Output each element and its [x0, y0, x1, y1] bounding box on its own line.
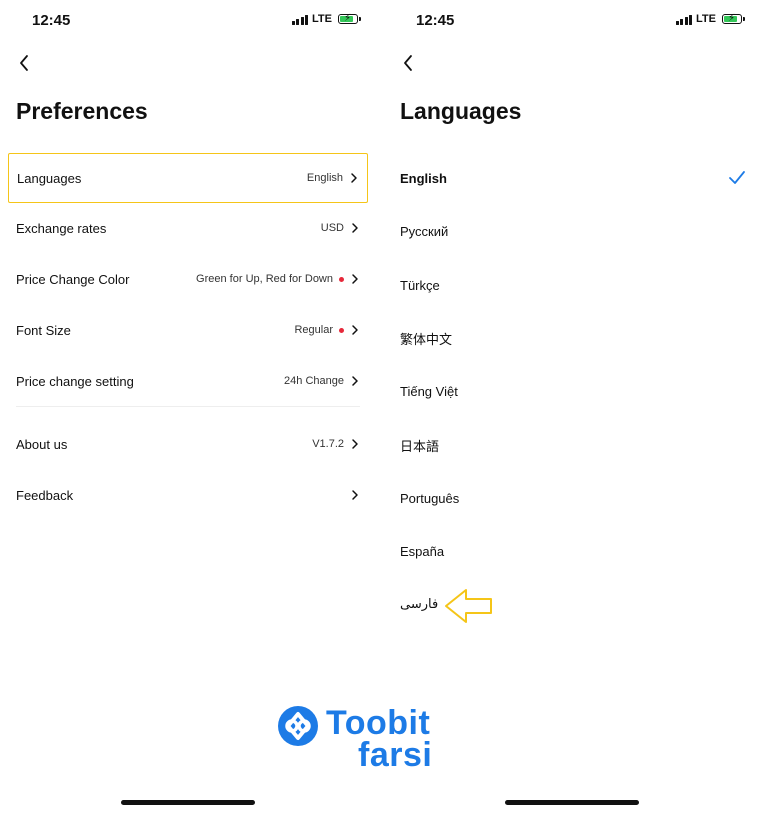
language-label: 繁体中文 [400, 331, 453, 347]
chevron-right-icon [352, 223, 358, 233]
preference-row[interactable]: Languages English [8, 153, 368, 203]
arrow-left-icon [445, 589, 492, 623]
chevron-right-icon [352, 325, 358, 335]
preference-value-group: V1.7.2 [312, 438, 360, 450]
status-time: 12:45 [32, 12, 71, 29]
language-option[interactable]: Русский [400, 211, 746, 251]
preference-label: Font Size [16, 322, 71, 338]
language-option[interactable]: Türkçe [400, 265, 746, 305]
language-option[interactable]: 繁体中文 [400, 318, 746, 358]
language-option[interactable]: España [400, 531, 746, 571]
chevron-right-icon [352, 376, 358, 386]
new-indicator-dot [339, 276, 344, 282]
status-indicators: LTE ⚡ [675, 13, 745, 25]
preference-value-group: Green for Up, Red for Down [196, 273, 360, 285]
preference-row[interactable]: Font Size Regular [8, 305, 368, 355]
chevron-right-icon [351, 173, 357, 183]
preferences-screen: 12:45 LTE ⚡ Preferences Languages English… [0, 0, 380, 813]
language-option[interactable]: Português [400, 478, 746, 518]
network-type: LTE [696, 13, 716, 25]
status-indicators: LTE ⚡ [291, 13, 361, 25]
preference-value-group: Regular [294, 324, 360, 336]
preference-row[interactable]: Exchange rates USD [8, 203, 368, 253]
preference-value: 24h Change [284, 375, 344, 387]
language-label: English [400, 170, 447, 186]
home-indicator[interactable] [505, 800, 639, 805]
signal-icon [675, 14, 693, 25]
page-title: Preferences [16, 98, 148, 124]
language-option[interactable]: 日本語 [400, 425, 746, 465]
language-label: España [400, 543, 445, 559]
page-title: Languages [400, 98, 522, 124]
preference-label: About us [16, 436, 68, 452]
chevron-left-icon [404, 55, 412, 71]
battery-icon: ⚡ [722, 13, 745, 24]
toobit-logo: Toobit farsi [278, 704, 458, 774]
preference-value: Green for Up, Red for Down [196, 273, 333, 285]
language-label: 日本語 [400, 438, 440, 454]
preference-value-group [344, 489, 360, 501]
preference-row[interactable]: Price change setting 24h Change [8, 356, 368, 406]
logo-subword: farsi [358, 736, 433, 774]
chevron-left-icon [20, 55, 28, 71]
languages-screen: 12:45 LTE ⚡ Languages English Русский Türk… [384, 0, 760, 813]
preference-value-group: English [307, 172, 359, 184]
preference-row[interactable]: About us V1.7.2 [8, 419, 368, 469]
preference-label: Feedback [16, 487, 74, 503]
signal-icon [291, 14, 309, 25]
network-type: LTE [312, 13, 332, 25]
preference-label: Price Change Color [16, 271, 130, 287]
preference-label: Price change setting [16, 373, 134, 389]
preference-label: Exchange rates [16, 220, 107, 236]
language-option[interactable]: Tiếng Việt [400, 371, 746, 411]
chevron-right-icon [352, 490, 358, 500]
preference-row[interactable]: Feedback [8, 470, 368, 520]
new-indicator-dot [339, 327, 344, 333]
back-button[interactable] [14, 52, 36, 74]
preference-label: Languages [17, 170, 82, 186]
language-label: Tiếng Việt [400, 383, 458, 399]
preference-value: USD [320, 222, 344, 234]
checkmark-icon [729, 171, 745, 184]
back-button[interactable] [398, 52, 420, 74]
preference-value: Regular [294, 324, 333, 336]
chevron-right-icon [352, 439, 358, 449]
preference-value-group: USD [321, 222, 360, 234]
chevron-right-icon [352, 274, 358, 284]
preference-value: V1.7.2 [312, 438, 344, 450]
language-label: Português [400, 490, 460, 506]
home-indicator[interactable] [121, 800, 255, 805]
language-label: فارسی [400, 596, 439, 611]
language-option[interactable]: English [400, 158, 746, 198]
preference-value: English [306, 172, 343, 184]
preference-value-group: 24h Change [284, 375, 360, 387]
language-label: Русский [400, 223, 449, 239]
language-label: Türkçe [400, 277, 440, 293]
toobit-logo-mark-icon [278, 706, 318, 746]
section-divider [16, 406, 360, 407]
preference-row[interactable]: Price Change Color Green for Up, Red for … [8, 254, 368, 304]
battery-icon: ⚡ [338, 13, 361, 24]
status-time: 12:45 [416, 12, 455, 29]
